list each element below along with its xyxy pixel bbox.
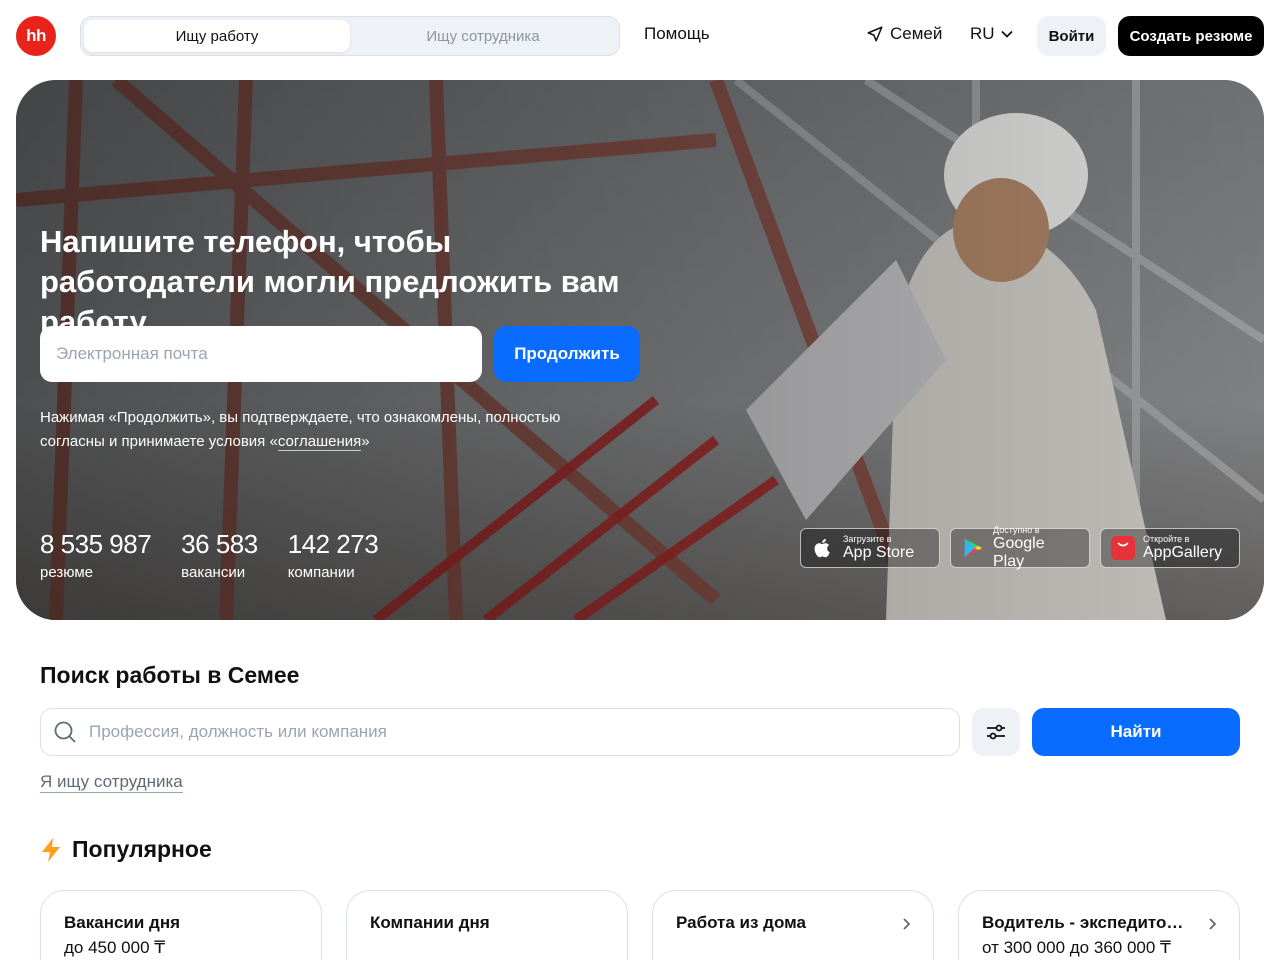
stat-resumes: 8 535 987 резюме xyxy=(40,528,152,581)
store-name: App Store xyxy=(843,544,915,561)
popular-title: Популярное xyxy=(72,836,212,862)
agreement-link[interactable]: соглашения xyxy=(277,433,362,451)
language-selector[interactable]: RU xyxy=(970,24,1013,44)
stat-label: компании xyxy=(287,564,355,581)
stat-vacancies: 36 583 вакансии xyxy=(181,528,258,581)
chevron-right-icon xyxy=(1209,918,1217,930)
card-subtitle: до 450 000 ₸ xyxy=(64,938,166,957)
consent-text-end: » xyxy=(361,433,370,450)
google-play-badge[interactable]: Доступно в Google Play xyxy=(950,525,1090,570)
search-section-title: Поиск работы в Семее xyxy=(40,662,300,688)
apple-icon xyxy=(811,536,835,560)
store-caption: Доступно в xyxy=(993,525,1040,535)
stat-value: 36 583 xyxy=(181,529,258,559)
stat-value: 142 273 xyxy=(287,529,379,559)
find-button[interactable]: Найти xyxy=(1032,708,1240,756)
top-header: hh Ищу работу Ищу сотрудника Помощь Семе… xyxy=(0,0,1280,72)
language-label: RU xyxy=(970,24,995,43)
search-placeholder: Профессия, должность или компания xyxy=(89,722,387,741)
consent-text: Нажимая «Продолжить», вы подтверждаете, … xyxy=(40,406,620,454)
login-button[interactable]: Войти xyxy=(1037,16,1106,56)
card-title: Водитель - экспедитор... xyxy=(982,913,1187,932)
hero-banner: Напишите телефон, чтобы работодатели мог… xyxy=(16,80,1264,620)
hero-title: Напишите телефон, чтобы работодатели мог… xyxy=(40,224,620,339)
location-arrow-icon xyxy=(867,26,883,42)
create-resume-button[interactable]: Создать резюме xyxy=(1118,16,1264,56)
employer-link[interactable]: Я ищу сотрудника xyxy=(40,772,183,793)
stats-block: 8 535 987 резюме 36 583 вакансии 142 273… xyxy=(40,528,379,581)
chevron-down-icon xyxy=(1000,30,1013,38)
card-companies-of-day[interactable]: Компании дня xyxy=(346,890,628,960)
search-icon xyxy=(54,721,76,743)
city-label: Семей xyxy=(890,24,943,43)
lightning-icon xyxy=(42,837,60,862)
google-play-icon xyxy=(961,536,985,560)
filter-button[interactable] xyxy=(972,708,1020,756)
popular-header: Популярное xyxy=(40,836,212,863)
sliders-icon xyxy=(987,724,1005,740)
tab-job-seeker[interactable]: Ищу работу xyxy=(84,20,350,52)
continue-button[interactable]: Продолжить xyxy=(494,326,640,382)
stat-label: резюме xyxy=(40,564,93,581)
card-title: Вакансии дня xyxy=(64,913,181,932)
store-name: AppGallery xyxy=(1143,544,1223,561)
stat-label: вакансии xyxy=(181,564,246,581)
app-store-badge[interactable]: Загрузите в App Store xyxy=(800,528,940,568)
store-badges: Загрузите в App Store Доступно в Google … xyxy=(800,525,1240,570)
card-remote-work[interactable]: Работа из дома xyxy=(652,890,934,960)
stat-companies: 142 273 компании xyxy=(287,528,379,581)
email-input[interactable] xyxy=(40,326,482,382)
card-vacancies-of-day[interactable]: Вакансии дня до 450 000 ₸ xyxy=(40,890,322,960)
tab-employer[interactable]: Ищу сотрудника xyxy=(350,20,616,52)
store-caption: Загрузите в xyxy=(843,534,892,544)
store-caption: Откройте в xyxy=(1143,534,1190,544)
hh-logo[interactable]: hh xyxy=(16,16,56,56)
chevron-right-icon xyxy=(903,918,911,930)
card-title: Компании дня xyxy=(370,913,490,932)
popular-cards: Вакансии дня до 450 000 ₸ Компании дня Р… xyxy=(40,890,1240,960)
role-switch: Ищу работу Ищу сотрудника xyxy=(80,16,620,56)
help-link[interactable]: Помощь xyxy=(644,24,710,44)
card-title: Работа из дома xyxy=(676,913,806,932)
search-input[interactable]: Профессия, должность или компания xyxy=(40,708,960,756)
city-selector[interactable]: Семей xyxy=(866,24,942,44)
appgallery-badge[interactable]: Откройте в AppGallery xyxy=(1100,528,1240,568)
card-subtitle: от 300 000 до 360 000 ₸ xyxy=(982,938,1171,957)
stat-value: 8 535 987 xyxy=(40,529,152,559)
store-name: Google Play xyxy=(993,535,1045,570)
huawei-appgallery-icon xyxy=(1111,536,1135,560)
card-driver-vacancy[interactable]: Водитель - экспедитор... от 300 000 до 3… xyxy=(958,890,1240,960)
